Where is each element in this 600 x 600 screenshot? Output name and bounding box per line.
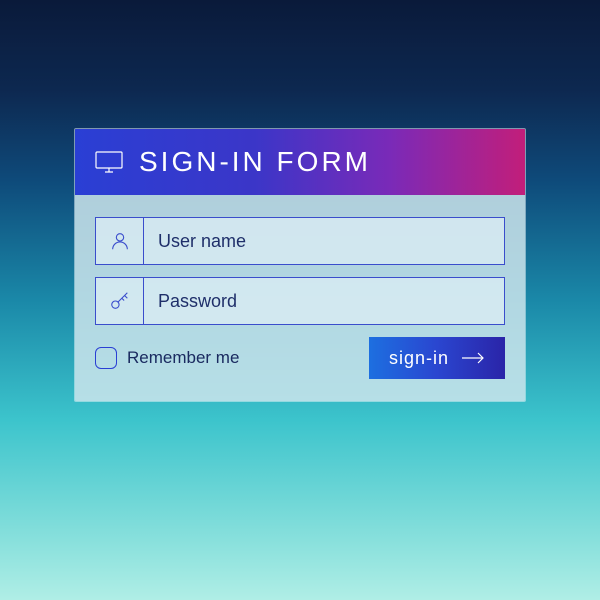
remember-checkbox[interactable] bbox=[95, 347, 117, 369]
arrow-right-icon bbox=[461, 352, 485, 364]
password-field[interactable] bbox=[95, 277, 505, 325]
form-footer: Remember me sign-in bbox=[95, 337, 505, 379]
remember-label: Remember me bbox=[127, 348, 239, 368]
signin-button[interactable]: sign-in bbox=[369, 337, 505, 379]
monitor-icon bbox=[95, 151, 123, 173]
password-input[interactable] bbox=[144, 278, 504, 324]
username-input[interactable] bbox=[144, 218, 504, 264]
card-header: SIGN-IN FORM bbox=[75, 129, 525, 195]
remember-me[interactable]: Remember me bbox=[95, 347, 239, 369]
user-icon bbox=[96, 218, 144, 264]
username-field[interactable] bbox=[95, 217, 505, 265]
signin-card: SIGN-IN FORM bbox=[74, 128, 526, 402]
key-icon bbox=[96, 278, 144, 324]
card-title: SIGN-IN FORM bbox=[139, 146, 371, 178]
signin-button-label: sign-in bbox=[389, 348, 449, 369]
form-body: Remember me sign-in bbox=[75, 195, 525, 401]
